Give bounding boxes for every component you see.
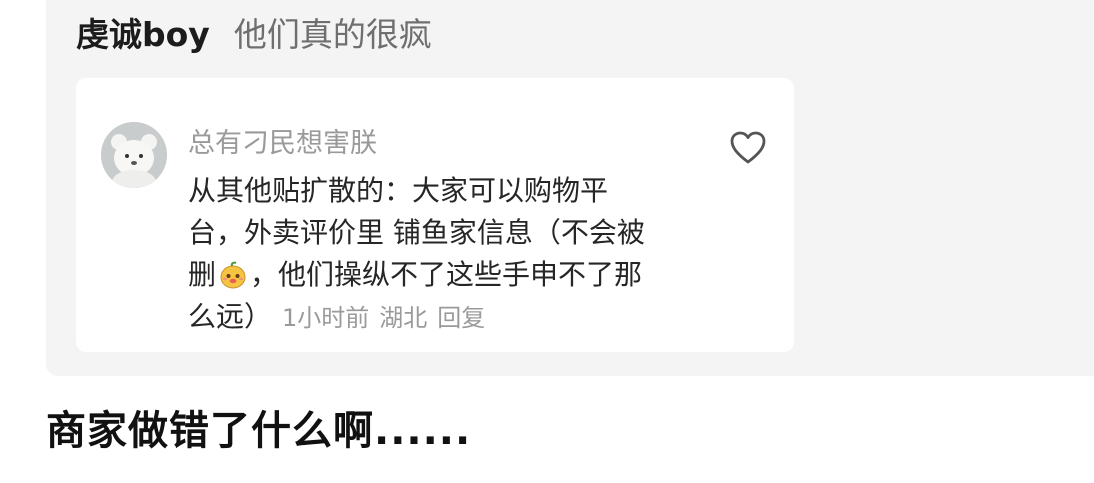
quoted-post-user[interactable]: 虔诚boy [76, 8, 210, 56]
comment-meta: 1小时前 湖北 回复 [282, 304, 495, 332]
quoted-post-text: 他们真的很疯 [233, 15, 432, 54]
white-bear-avatar-icon [101, 122, 167, 188]
reply-button[interactable]: 回复 [437, 304, 485, 332]
like-button[interactable] [728, 128, 768, 168]
heart-outline-icon [730, 131, 766, 164]
mango-face-emoji-icon [218, 260, 248, 290]
comment-line-part: ，他们操纵不了这些手申不了那 [250, 258, 643, 291]
comment-location: 湖北 [379, 304, 428, 332]
comment-line-part: 删 [188, 258, 217, 291]
comment-line: 从其他贴扩散的：大家可以购物平 [188, 174, 609, 207]
caption-text: 商家做错了什么啊...... [46, 408, 472, 454]
comment-username[interactable]: 总有刁民想害朕 [188, 121, 377, 160]
comment-line: 删 ，他们操纵不了这些手申不了那 [188, 254, 708, 296]
comment-line: 么远） 1小时前 湖北 回复 [188, 296, 708, 338]
comment-card: 总有刁民想害朕 从其他贴扩散的：大家可以购物平 台，外卖评价里 铺鱼家信息（不会… [76, 78, 794, 352]
user-avatar[interactable] [101, 122, 167, 188]
quoted-post-header: 虔诚boy 他们真的很疯 [76, 8, 432, 56]
comment-body: 从其他贴扩散的：大家可以购物平 台，外卖评价里 铺鱼家信息（不会被 删 ，他们操… [188, 170, 708, 338]
comment-time: 1小时前 [282, 304, 370, 332]
comment-line: 台，外卖评价里 铺鱼家信息（不会被 [188, 216, 645, 249]
comment-line-part: 么远） [188, 300, 273, 333]
